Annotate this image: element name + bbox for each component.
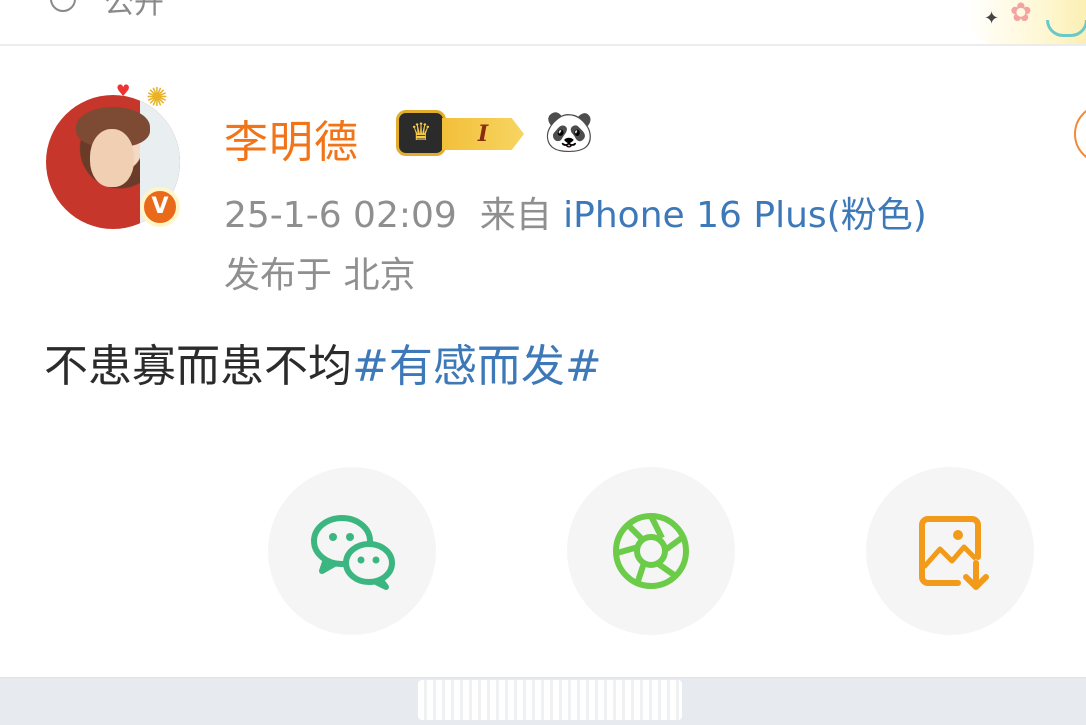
wechat-icon <box>311 515 395 590</box>
post-content: 不患寡而患不均#有感而发# <box>44 330 602 394</box>
crown-icon: ♛ <box>396 110 446 156</box>
author-name[interactable]: 李明德 <box>224 106 359 170</box>
sparkle-icon: ✦ <box>984 8 1000 29</box>
wave-icon <box>1046 20 1086 37</box>
save-image-button[interactable] <box>866 467 1034 635</box>
heart-icon: ♥ <box>116 81 131 100</box>
hashtag-link[interactable]: #有感而发# <box>352 341 602 392</box>
level-label: I <box>442 118 524 150</box>
post-source-link[interactable]: iPhone 16 Plus(粉色) <box>563 195 927 236</box>
panda-icon: 🐼 <box>544 109 594 155</box>
share-moments-button[interactable] <box>567 467 735 635</box>
decoration-banner: ✦ ✿ <box>966 0 1086 44</box>
flower-icon: ✿ <box>1010 0 1032 28</box>
moments-icon <box>613 513 689 589</box>
save-image-icon <box>919 516 989 590</box>
post-meta: 25-1-6 02:09 来自 iPhone 16 Plus(粉色) <box>224 186 927 238</box>
visibility-label: 公开 <box>104 0 164 21</box>
from-label: 来自 <box>479 195 552 236</box>
bottom-handle <box>418 680 682 720</box>
follow-button[interactable] <box>1074 104 1086 164</box>
globe-icon <box>50 0 76 12</box>
post-location: 发布于 北京 <box>224 255 416 296</box>
pendant-icon: ✺ <box>146 83 168 113</box>
member-level-badge[interactable]: ♛ I <box>396 110 528 156</box>
verified-badge: V <box>140 187 180 227</box>
top-bar: 公开 ✦ ✿ <box>0 0 1086 46</box>
share-wechat-button[interactable] <box>268 467 436 635</box>
author-avatar[interactable]: ♥ ✺ V <box>46 81 182 231</box>
post-text: 不患寡而患不均 <box>44 341 352 392</box>
post-timestamp: 25-1-6 02:09 <box>224 195 457 236</box>
